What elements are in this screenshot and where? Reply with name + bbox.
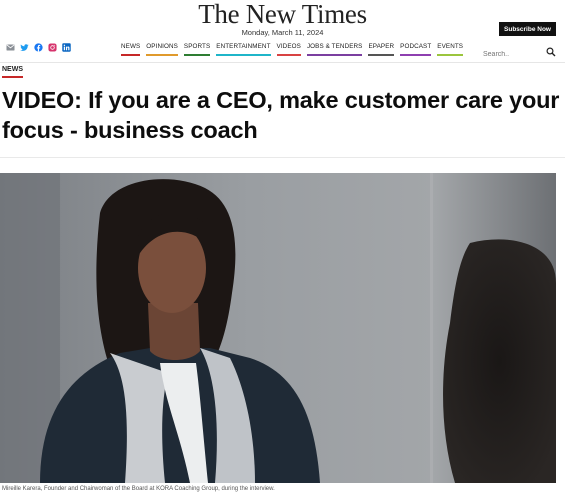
- nav-item-opinions[interactable]: OPINIONS: [143, 43, 181, 56]
- subscribe-button[interactable]: Subscribe Now: [499, 22, 556, 36]
- section-tag[interactable]: NEWS: [2, 66, 23, 78]
- nav-underline: [306, 54, 363, 56]
- linkedin-icon[interactable]: [62, 43, 71, 52]
- search-input[interactable]: [483, 48, 538, 61]
- instagram-icon[interactable]: [48, 43, 57, 52]
- nav-item-events[interactable]: EVENTS: [434, 43, 466, 56]
- twitter-icon[interactable]: [20, 43, 29, 52]
- nav-underline: [121, 54, 141, 56]
- nav-underline: [437, 54, 464, 56]
- nav-underline: [146, 54, 178, 56]
- nav-item-sports[interactable]: SPORTS: [181, 43, 213, 56]
- social-links: [6, 43, 71, 52]
- nav-item-podcast[interactable]: PODCAST: [397, 43, 434, 56]
- mail-icon[interactable]: [6, 43, 15, 52]
- nav-item-epaper[interactable]: EPAPER: [365, 43, 397, 56]
- main-nav: NEWS OPINIONS SPORTS ENTERTAINMENT VIDEO…: [118, 43, 466, 56]
- article-photo: [0, 173, 556, 483]
- photo-caption: Mireille Karera, Founder and Chairwoman …: [2, 486, 275, 492]
- nav-item-news[interactable]: NEWS: [118, 43, 143, 56]
- nav-item-jobs-tenders[interactable]: JOBS & TENDERS: [304, 43, 366, 56]
- search-box: [483, 43, 558, 61]
- nav-underline: [216, 54, 271, 56]
- nav-item-entertainment[interactable]: ENTERTAINMENT: [213, 43, 273, 56]
- facebook-icon[interactable]: [34, 43, 43, 52]
- headline-divider: [0, 157, 565, 158]
- section-underline: [2, 76, 23, 78]
- nav-underline: [400, 54, 432, 56]
- nav-underline: [276, 54, 301, 56]
- header-divider: [0, 62, 565, 63]
- current-date: Monday, March 11, 2024: [241, 28, 324, 37]
- nav-underline: [368, 54, 395, 56]
- masthead: The New Times Monday, March 11, 2024 Sub…: [0, 0, 565, 62]
- nav-underline: [183, 54, 211, 56]
- article-headline: VIDEO: If you are a CEO, make customer c…: [2, 87, 560, 143]
- nav-item-videos[interactable]: VIDEOS: [274, 43, 304, 56]
- site-logo[interactable]: The New Times: [0, 0, 565, 30]
- search-icon[interactable]: [546, 44, 556, 57]
